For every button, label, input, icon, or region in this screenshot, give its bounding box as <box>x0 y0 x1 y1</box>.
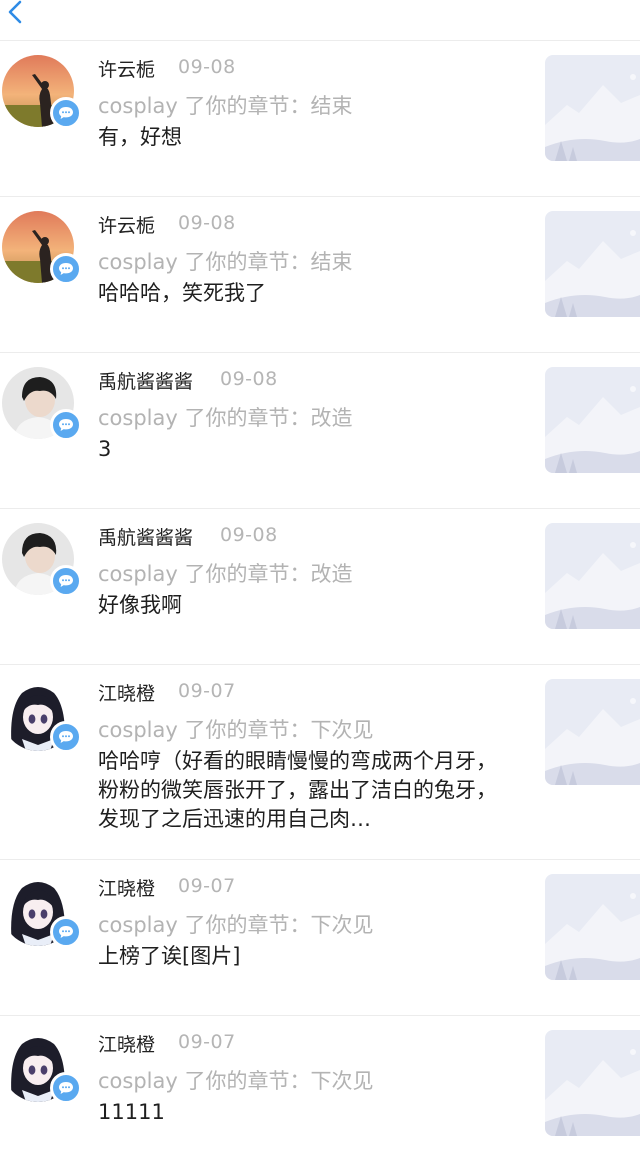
image-placeholder-icon <box>545 367 640 473</box>
image-placeholder-icon <box>545 523 640 629</box>
comment-badge <box>50 721 82 753</box>
comment-date: 09-08 <box>220 368 278 390</box>
chapter-reference: cosplay 了你的章节：改造 <box>98 406 353 430</box>
comment-date: 09-08 <box>178 212 236 234</box>
comment-text: 好像我啊 <box>98 593 182 617</box>
chapter-reference: cosplay 了你的章节：结束 <box>98 250 353 274</box>
commenter-name[interactable]: 江晓橙 <box>98 679 155 706</box>
comment-badge <box>50 565 82 597</box>
chapter-thumbnail[interactable] <box>545 1030 640 1136</box>
comment-date: 09-08 <box>178 56 236 78</box>
comment-date: 09-07 <box>178 680 236 702</box>
commenter-name[interactable]: 禹航酱酱酱 <box>98 367 193 394</box>
comment-text: 哈哈哈，笑死我了 <box>98 281 266 305</box>
image-placeholder-icon <box>545 55 640 161</box>
chat-bubble-icon <box>58 1081 74 1095</box>
image-placeholder-icon <box>545 1030 640 1136</box>
comment-item[interactable]: 江晓橙 09-07 cosplay 了你的章节：下次见 上榜了诶[图片] <box>0 860 640 1016</box>
comment-badge <box>50 1072 82 1104</box>
chapter-thumbnail[interactable] <box>545 523 640 629</box>
chevron-left-icon <box>8 0 22 24</box>
chapter-reference: cosplay 了你的章节：下次见 <box>98 913 374 937</box>
chapter-reference: cosplay 了你的章节：下次见 <box>98 1069 374 1093</box>
chapter-thumbnail[interactable] <box>545 211 640 317</box>
comment-text: 上榜了诶[图片] <box>98 944 241 968</box>
chat-bubble-icon <box>58 730 74 744</box>
commenter-name[interactable]: 江晓橙 <box>98 874 155 901</box>
chapter-thumbnail[interactable] <box>545 367 640 473</box>
chat-bubble-icon <box>58 925 74 939</box>
comment-date: 09-07 <box>178 875 236 897</box>
comment-badge <box>50 916 82 948</box>
comment-item[interactable]: 江晓橙 09-07 cosplay 了你的章节：下次见 哈哈哼（好看的眼睛慢慢的… <box>0 665 640 860</box>
image-placeholder-icon <box>545 679 640 785</box>
chapter-reference: cosplay 了你的章节：结束 <box>98 94 353 118</box>
image-placeholder-icon <box>545 874 640 980</box>
comment-text: 哈哈哼（好看的眼睛慢慢的弯成两个月牙，粉粉的微笑唇张开了，露出了洁白的兔牙，发现… <box>98 749 497 831</box>
comment-text: 有，好想 <box>98 125 182 149</box>
comment-badge <box>50 409 82 441</box>
comment-date: 09-07 <box>178 1031 236 1053</box>
chapter-reference: cosplay 了你的章节：下次见 <box>98 718 374 742</box>
comment-badge <box>50 253 82 285</box>
chat-bubble-icon <box>58 418 74 432</box>
chat-bubble-icon <box>58 106 74 120</box>
chapter-thumbnail[interactable] <box>545 55 640 161</box>
chat-bubble-icon <box>58 574 74 588</box>
chapter-reference: cosplay 了你的章节：改造 <box>98 562 353 586</box>
top-bar <box>0 0 640 41</box>
comment-date: 09-08 <box>220 524 278 546</box>
chapter-thumbnail[interactable] <box>545 874 640 980</box>
image-placeholder-icon <box>545 211 640 317</box>
comment-item[interactable]: 禹航酱酱酱 09-08 cosplay 了你的章节：改造 好像我啊 <box>0 509 640 665</box>
comment-item[interactable]: 许云栀 09-08 cosplay 了你的章节：结束 有，好想 <box>0 41 640 197</box>
chapter-thumbnail[interactable] <box>545 679 640 785</box>
comment-item[interactable]: 禹航酱酱酱 09-08 cosplay 了你的章节：改造 3 <box>0 353 640 509</box>
back-button[interactable] <box>0 0 40 40</box>
commenter-name[interactable]: 禹航酱酱酱 <box>98 523 193 550</box>
comment-text: 3 <box>98 437 112 461</box>
comment-item[interactable]: 许云栀 09-08 cosplay 了你的章节：结束 哈哈哈，笑死我了 <box>0 197 640 353</box>
commenter-name[interactable]: 江晓橙 <box>98 1030 155 1057</box>
comment-item[interactable]: 江晓橙 09-07 cosplay 了你的章节：下次见 11111 <box>0 1016 640 1172</box>
commenter-name[interactable]: 许云栀 <box>98 55 155 82</box>
comment-badge <box>50 97 82 129</box>
comment-text: 11111 <box>98 1100 165 1124</box>
comment-list: 许云栀 09-08 cosplay 了你的章节：结束 有，好想 许云栀 09-0… <box>0 41 640 1172</box>
commenter-name[interactable]: 许云栀 <box>98 211 155 238</box>
chat-bubble-icon <box>58 262 74 276</box>
